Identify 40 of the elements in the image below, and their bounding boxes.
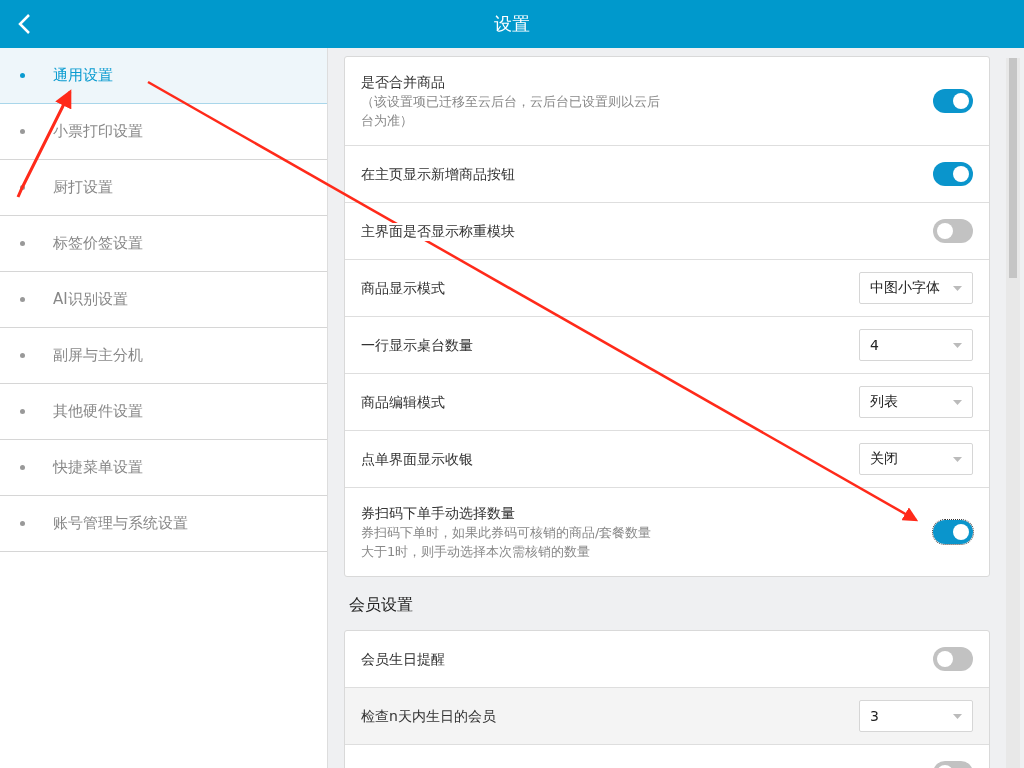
dropdown-caret-icon [953,399,962,405]
setting-label: 检查n天内生日的会员 [361,708,496,726]
setting-label: 券扫码下单手动选择数量 [361,505,515,523]
section-title: 会员设置 [348,594,414,616]
dropdown[interactable]: 4 [859,329,973,361]
toggle-switch[interactable] [933,520,973,544]
dropdown[interactable]: 关闭 [859,443,973,475]
sidebar-item[interactable]: 其他硬件设置 [0,384,327,440]
dropdown-caret-icon [953,342,962,348]
sidebar-item[interactable]: 通用设置 [0,48,327,104]
scrollbar[interactable] [1006,58,1020,768]
back-icon[interactable] [17,13,31,35]
dropdown[interactable]: 3 [859,700,973,732]
page-title: 设置 [494,12,530,36]
setting-label: 主界面是否显示称重模块 [361,223,515,241]
sidebar-item[interactable]: 标签价签设置 [0,216,327,272]
dropdown-caret-icon [953,713,962,719]
setting-label: 点单界面显示收银 [361,451,473,469]
setting-label: 会员生日提醒 [361,651,445,669]
setting-label: 商品编辑模式 [361,394,445,412]
dropdown-caret-icon [953,285,962,291]
sidebar-item[interactable]: 快捷菜单设置 [0,440,327,496]
toggle-switch[interactable] [933,162,973,186]
dropdown[interactable]: 列表 [859,386,973,418]
sidebar-item[interactable]: 小票打印设置 [0,104,327,160]
dropdown-caret-icon [953,456,962,462]
setting-label: 一行显示桌台数量 [361,337,473,355]
toggle-switch[interactable] [933,647,973,671]
setting-hint: 券扫码下单时，如果此券码可核销的商品/套餐数量大于1时，则手动选择本次需核销的数量 [361,524,653,561]
sidebar-item[interactable]: AI识别设置 [0,272,327,328]
setting-label: 商品显示模式 [361,280,445,298]
setting-hint: （该设置项已迁移至云后台，云后台已设置则以云后台为准） [361,93,661,130]
sidebar-item[interactable]: 账号管理与系统设置 [0,496,327,552]
toggle-switch[interactable] [933,219,973,243]
setting-label: 是否合并商品 [361,74,445,92]
sidebar-item[interactable]: 副屏与主分机 [0,328,327,384]
sidebar-item[interactable]: 厨打设置 [0,160,327,216]
toggle-switch[interactable] [933,89,973,113]
setting-label: 在主页显示新增商品按钮 [361,166,515,184]
dropdown[interactable]: 中图小字体 [859,272,973,304]
